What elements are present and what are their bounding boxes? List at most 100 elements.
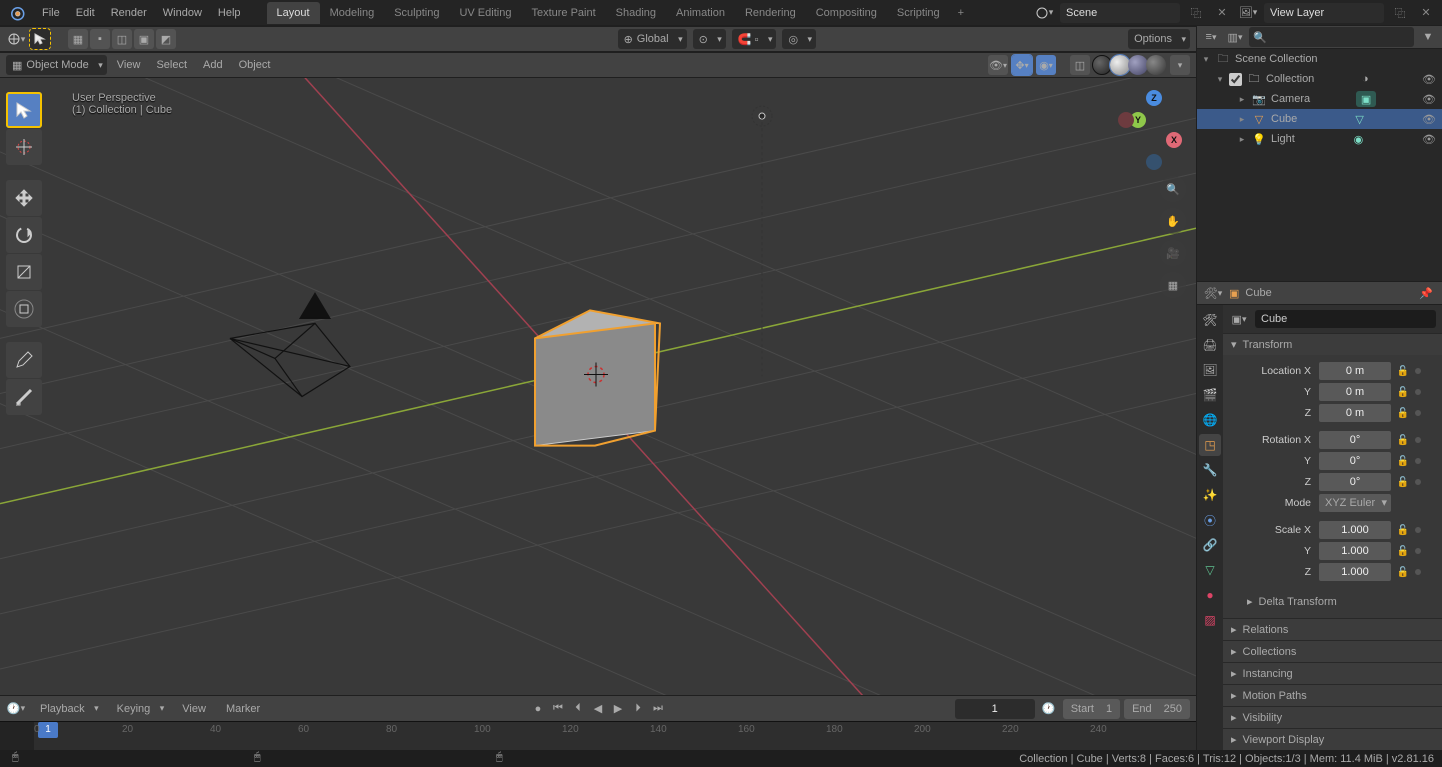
jump-start-icon[interactable]: ⏮	[549, 700, 567, 718]
orientation-select[interactable]: ⊕Global	[618, 29, 687, 49]
tab-sculpting[interactable]: Sculpting	[384, 2, 449, 24]
render-toggle-icon[interactable]: ◑	[1355, 71, 1375, 87]
axis-z-icon[interactable]: Z	[1146, 90, 1162, 106]
timeline-marker[interactable]: Marker	[220, 703, 266, 715]
menu-help[interactable]: Help	[210, 0, 249, 26]
menu-window[interactable]: Window	[155, 0, 210, 26]
outliner-search[interactable]: 🔍	[1249, 27, 1414, 47]
timeline-playback[interactable]: Playback	[34, 699, 103, 719]
tab-uv-editing[interactable]: UV Editing	[449, 2, 521, 24]
prop-tab-material[interactable]: ●	[1199, 584, 1221, 606]
pin-icon[interactable]: 📌	[1416, 283, 1436, 303]
pivot-select[interactable]: ⊙	[693, 29, 726, 49]
scene-browse-icon[interactable]: ▾	[1034, 3, 1054, 23]
prop-tab-render[interactable]: 🛠	[1199, 309, 1221, 331]
snap-select[interactable]: 🧲 ▫	[732, 29, 777, 49]
overlays-toggle-icon[interactable]: ◉▾	[1036, 55, 1056, 75]
tab-animation[interactable]: Animation	[666, 2, 735, 24]
lock-icon[interactable]: 🔓	[1395, 408, 1411, 419]
menu-render[interactable]: Render	[103, 0, 155, 26]
prop-tab-physics[interactable]: ⦿	[1199, 509, 1221, 531]
play-icon[interactable]: ▶	[609, 700, 627, 718]
editor-type-icon[interactable]: ▾	[6, 29, 26, 49]
tab-add-workspace[interactable]: +	[950, 2, 972, 24]
lock-icon[interactable]: 🔓	[1395, 477, 1411, 488]
keyframe-dot-icon[interactable]	[1415, 527, 1421, 533]
zoom-icon[interactable]: 🔍	[1160, 176, 1186, 202]
outliner-search-input[interactable]	[1271, 31, 1414, 43]
keyframe-dot-icon[interactable]	[1415, 437, 1421, 443]
lock-icon[interactable]: 🔓	[1395, 456, 1411, 467]
options-dropdown[interactable]: Options	[1128, 29, 1190, 49]
menu-view[interactable]: View	[111, 59, 147, 71]
timeline[interactable]: 1 0 20 40 60 80 100 120 140 160 180 200 …	[0, 721, 1196, 750]
start-frame-field[interactable]: Start1	[1063, 699, 1120, 719]
panel-instancing[interactable]: ▸Instancing	[1223, 662, 1442, 684]
tree-collection[interactable]: ▾ 🗀 Collection ◑ 👁	[1197, 69, 1442, 89]
scene-field[interactable]	[1060, 3, 1180, 23]
jump-end-icon[interactable]: ⏭	[649, 700, 667, 718]
menu-select[interactable]: Select	[150, 59, 193, 71]
menu-add[interactable]: Add	[197, 59, 229, 71]
tab-modeling[interactable]: Modeling	[320, 2, 385, 24]
shading-options-icon[interactable]: ▾	[1170, 55, 1190, 75]
scene-delete-icon[interactable]: ✕	[1212, 3, 1232, 23]
tree-item-light[interactable]: ▸ 💡 Light ◉ 👁	[1197, 129, 1442, 149]
timeline-keying[interactable]: Keying	[111, 699, 169, 719]
pan-icon[interactable]: ✋	[1160, 208, 1186, 234]
rotation-y-field[interactable]: 0°	[1319, 452, 1391, 470]
prop-tab-particles[interactable]: ✨	[1199, 484, 1221, 506]
lock-icon[interactable]: 🔓	[1395, 546, 1411, 557]
object-browse-icon[interactable]: ▣▾	[1229, 309, 1249, 329]
select-mode-5-icon[interactable]: ◩	[156, 29, 176, 49]
panel-viewport-display[interactable]: ▸Viewport Display	[1223, 728, 1442, 750]
tool-scale[interactable]	[6, 254, 42, 290]
keyframe-dot-icon[interactable]	[1415, 389, 1421, 395]
select-box-tool-icon[interactable]	[30, 29, 50, 49]
timeline-view[interactable]: View	[176, 703, 212, 715]
rotation-mode-select[interactable]: XYZ Euler▾	[1319, 494, 1391, 512]
tool-transform[interactable]	[6, 291, 42, 327]
rotation-x-field[interactable]: 0°	[1319, 431, 1391, 449]
rotation-z-field[interactable]: 0°	[1319, 473, 1391, 491]
proportional-select[interactable]: ◎	[782, 29, 816, 49]
panel-collections[interactable]: ▸Collections	[1223, 640, 1442, 662]
outliner-filter-icon[interactable]: ▼	[1418, 27, 1438, 47]
shading-solid-icon[interactable]	[1110, 55, 1130, 75]
prop-tab-data[interactable]: ▽	[1199, 559, 1221, 581]
tool-select-box[interactable]	[6, 92, 42, 128]
shading-lookdev-icon[interactable]	[1128, 55, 1148, 75]
tool-cursor[interactable]	[6, 129, 42, 165]
current-frame-field[interactable]: 1	[955, 699, 1035, 719]
lock-icon[interactable]: 🔓	[1395, 525, 1411, 536]
tool-move[interactable]	[6, 180, 42, 216]
playhead[interactable]: 1	[38, 722, 58, 738]
panel-motion-paths[interactable]: ▸Motion Paths	[1223, 684, 1442, 706]
menu-file[interactable]: File	[34, 0, 68, 26]
viewlayer-new-icon[interactable]: ⿻	[1390, 3, 1410, 23]
scale-x-field[interactable]: 1.000	[1319, 521, 1391, 539]
select-mode-3-icon[interactable]: ◫	[112, 29, 132, 49]
panel-transform-header[interactable]: ▾Transform	[1223, 333, 1442, 355]
viewlayer-delete-icon[interactable]: ✕	[1416, 3, 1436, 23]
tool-measure[interactable]	[6, 379, 42, 415]
viewlayer-browse-icon[interactable]: 🖼▾	[1238, 3, 1258, 23]
scale-z-field[interactable]: 1.000	[1319, 563, 1391, 581]
timeline-editor-type-icon[interactable]: 🕐▾	[6, 699, 26, 719]
viewport-3d[interactable]: User Perspective (1) Collection | Cube	[0, 78, 1196, 695]
keyframe-dot-icon[interactable]	[1415, 410, 1421, 416]
xray-toggle-icon[interactable]: ◫	[1070, 55, 1090, 75]
scale-y-field[interactable]: 1.000	[1319, 542, 1391, 560]
mesh-data-icon[interactable]: ▽	[1350, 111, 1370, 127]
prop-tab-modifiers[interactable]: 🔧	[1199, 459, 1221, 481]
panel-visibility[interactable]: ▸Visibility	[1223, 706, 1442, 728]
light-data-icon[interactable]: ◉	[1348, 131, 1368, 147]
prop-tab-texture[interactable]: ▨	[1199, 609, 1221, 631]
visibility-eye-icon[interactable]: 👁	[1422, 93, 1436, 106]
tree-scene-collection[interactable]: ▾ 🗀 Scene Collection	[1197, 49, 1442, 69]
lock-icon[interactable]: 🔓	[1395, 567, 1411, 578]
visibility-eye-icon[interactable]: 👁	[1422, 113, 1436, 126]
visibility-filter-icon[interactable]: 👁▾	[988, 55, 1008, 75]
shading-wireframe-icon[interactable]	[1092, 55, 1112, 75]
shading-rendered-icon[interactable]	[1146, 55, 1166, 75]
